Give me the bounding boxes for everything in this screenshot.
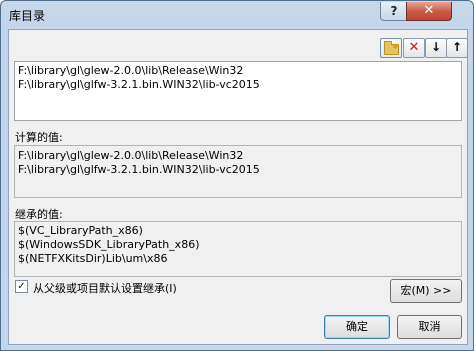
new-folder-icon: ✸ (381, 39, 401, 57)
inherit-checkbox[interactable]: ✓ (15, 280, 28, 293)
list-item: $(VC_LibraryPath_x86) (18, 224, 143, 237)
list-item: F:\library\gl\glew-2.0.0\lib\Release\Win… (18, 149, 244, 162)
list-item: $(WindowsSDK_LibraryPath_x86) (18, 238, 200, 251)
ok-button[interactable]: 确定 (324, 315, 390, 339)
arrow-up-icon: ↑ (451, 40, 463, 54)
directory-edit-list[interactable]: F:\library\gl\glew-2.0.0\lib\Release\Win… (14, 61, 462, 121)
arrow-down-icon: ↓ (430, 40, 442, 54)
inherit-checkbox-label[interactable]: 从父级或项目默认设置继承(I) (33, 280, 177, 296)
close-button[interactable]: ✕ (406, 2, 452, 21)
inherited-values-box[interactable]: $(VC_LibraryPath_x86) $(WindowsSDK_Libra… (14, 221, 462, 277)
library-directories-dialog: 库目录 ? ✕ ✸ ✕ ↓ ↑ F:\library\gl\glew-2.0.0… (0, 0, 474, 351)
title-bar[interactable]: 库目录 ? ✕ (1, 1, 473, 29)
new-line-button[interactable]: ✸ (380, 38, 402, 58)
move-up-button[interactable]: ↑ (446, 38, 468, 58)
delete-button[interactable]: ✕ (403, 38, 425, 58)
evaluated-value-box[interactable]: F:\library\gl\glew-2.0.0\lib\Release\Win… (14, 145, 462, 198)
list-item: F:\library\gl\glfw-3.2.1.bin.WIN32\lib-v… (18, 163, 260, 176)
dialog-content: ✸ ✕ ↓ ↑ F:\library\gl\glew-2.0.0\lib\Rel… (8, 29, 468, 345)
list-item[interactable]: F:\library\gl\glfw-3.2.1.bin.WIN32\lib-v… (15, 78, 461, 92)
help-button[interactable]: ? (380, 2, 408, 21)
inherited-values-label: 继承的值: (15, 208, 63, 221)
move-down-button[interactable]: ↓ (425, 38, 447, 58)
list-item[interactable]: F:\library\gl\glew-2.0.0\lib\Release\Win… (15, 64, 461, 78)
list-item: $(NETFXKitsDir)Lib\um\x86 (18, 252, 168, 265)
evaluated-value-label: 计算的值: (15, 131, 63, 144)
delete-icon: ✕ (408, 40, 420, 55)
cancel-button[interactable]: 取消 (397, 315, 462, 339)
dialog-title: 库目录 (9, 9, 46, 23)
macros-button[interactable]: 宏(M) >> (390, 279, 462, 303)
